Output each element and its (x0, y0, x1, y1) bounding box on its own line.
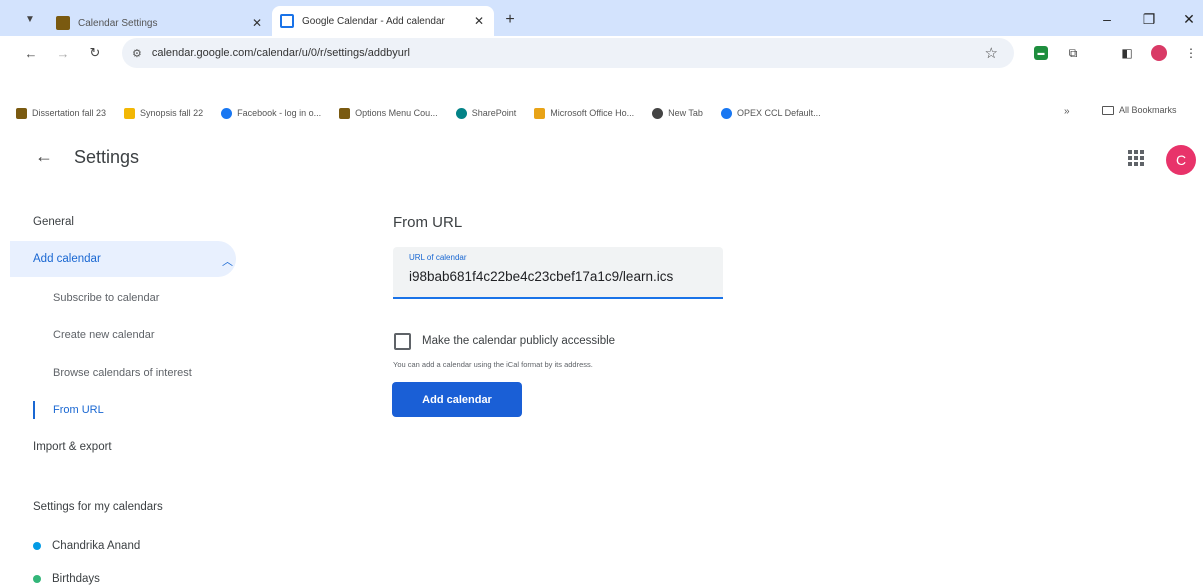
add-calendar-button[interactable]: Add calendar (392, 382, 522, 417)
url-field-label: URL of calendar (409, 253, 467, 262)
extension-icon[interactable]: ▬ (1032, 44, 1050, 62)
back-arrow-icon[interactable]: ← (32, 144, 56, 168)
calendar-url-field[interactable]: URL of calendar i98bab681f4c22be4c23cbef… (393, 247, 723, 299)
bookmark-item[interactable]: Dissertation fall 23 (16, 107, 106, 119)
calendar-url-input[interactable]: i98bab681f4c22be4c23cbef17a1c9/learn.ics (409, 269, 715, 284)
new-tab-button[interactable]: + (500, 10, 520, 30)
avatar[interactable]: C (1166, 145, 1196, 175)
address-text: calendar.google.com/calendar/u/0/r/setti… (151, 47, 410, 59)
close-icon[interactable]: ✕ (472, 14, 486, 28)
bookmark-favicon-icon (124, 107, 136, 119)
calendar-favicon-icon (280, 14, 294, 28)
folder-icon (1102, 105, 1114, 115)
chevron-up-icon: ︿ (222, 256, 233, 268)
close-icon[interactable]: ✕ (250, 16, 264, 30)
facebook-icon (720, 107, 732, 119)
minimize-icon[interactable]: – (1092, 8, 1122, 30)
my-calendars-heading: Settings for my calendars (33, 501, 163, 513)
sidebar-item-create-new[interactable]: Create new calendar (53, 329, 155, 341)
reload-icon[interactable]: ↻ (84, 42, 106, 64)
bookmarks-bar: Dissertation fall 23 Synopsis fall 22 Fa… (0, 96, 1203, 130)
helper-text: You can add a calendar using the iCal fo… (393, 360, 593, 369)
calendar-color-dot (33, 542, 41, 550)
tab-search-icon[interactable]: ▼ (18, 8, 42, 30)
from-url-panel: From URL URL of calendar i98bab681f4c22b… (392, 205, 1172, 505)
section-title: From URL (393, 214, 463, 231)
bookmark-star-icon[interactable]: ☆ (985, 44, 998, 62)
settings-favicon-icon (56, 16, 70, 30)
tab-title: Google Calendar - Add calendar (302, 15, 445, 27)
tab-title: Calendar Settings (78, 17, 158, 29)
page-title: Settings (74, 147, 140, 167)
facebook-icon (221, 107, 233, 119)
sidebar-item-browse[interactable]: Browse calendars of interest (53, 367, 192, 379)
profile-icon[interactable] (1150, 44, 1168, 62)
tab-google-calendar[interactable]: Google Calendar - Add calendar ✕ (272, 6, 494, 36)
sidebar-item-import-export[interactable]: Import & export (33, 441, 112, 453)
sidebar-item-from-url[interactable]: From URL (53, 404, 104, 416)
site-info-icon[interactable]: ⚙ (132, 47, 142, 60)
bookmark-item[interactable]: Facebook - log in o... (221, 107, 321, 119)
globe-icon (652, 107, 664, 119)
browser-tab-strip: ▼ Calendar Settings ✕ Google Calendar - … (0, 0, 1203, 36)
settings-sidebar: General Add calendar ︿ Subscribe to cale… (0, 205, 240, 588)
calendar-color-dot (33, 575, 41, 583)
public-access-label[interactable]: Make the calendar publicly accessible (422, 335, 615, 347)
extensions-puzzle-icon[interactable]: ⧉ (1064, 44, 1082, 62)
bookmark-favicon-icon (339, 107, 351, 119)
bookmark-item[interactable]: Options Menu Cou... (339, 107, 438, 119)
sidebar-item-subscribe[interactable]: Subscribe to calendar (53, 292, 159, 304)
sidebar-item-general[interactable]: General (33, 216, 74, 228)
restore-icon[interactable]: ❐ (1134, 8, 1164, 30)
browser-toolbar: ← → ↻ ⚙ calendar.google.com/calendar/u/0… (0, 36, 1203, 119)
bookmark-item[interactable]: Synopsis fall 22 (124, 107, 203, 119)
bookmark-item[interactable]: OPEX CCL Default... (720, 107, 821, 119)
all-bookmarks-button[interactable]: All Bookmarks (1102, 105, 1177, 115)
sidebar-item-label: Add calendar (33, 253, 101, 265)
address-bar[interactable]: ⚙ calendar.google.com/calendar/u/0/r/set… (122, 38, 1014, 68)
public-access-checkbox[interactable] (394, 333, 411, 350)
settings-header: ← Settings C (0, 130, 1203, 186)
back-icon[interactable]: ← (20, 42, 42, 64)
bookmark-item[interactable]: SharePoint (455, 107, 516, 119)
tab-calendar-settings[interactable]: Calendar Settings ✕ (48, 10, 272, 36)
sidebar-item-calendar[interactable]: Chandrika Anand (33, 540, 140, 552)
sidebar-item-add-calendar[interactable]: Add calendar ︿ (10, 241, 236, 277)
bookmark-favicon-icon (16, 107, 27, 119)
bookmarks-overflow-button[interactable]: » (1064, 106, 1070, 117)
google-apps-icon[interactable] (1126, 148, 1146, 168)
bookmark-item[interactable]: Microsoft Office Ho... (534, 107, 634, 119)
side-panel-icon[interactable]: ◧ (1118, 44, 1136, 62)
sharepoint-icon (455, 107, 467, 119)
forward-icon[interactable]: → (52, 42, 74, 64)
active-indicator (33, 401, 35, 419)
window-close-icon[interactable]: ✕ (1174, 8, 1203, 30)
bookmark-item[interactable]: New Tab (652, 107, 703, 119)
microsoft-office-icon (534, 107, 546, 119)
menu-kebab-icon[interactable]: ⋮ (1182, 44, 1200, 62)
sidebar-item-calendar[interactable]: Birthdays (33, 573, 100, 585)
